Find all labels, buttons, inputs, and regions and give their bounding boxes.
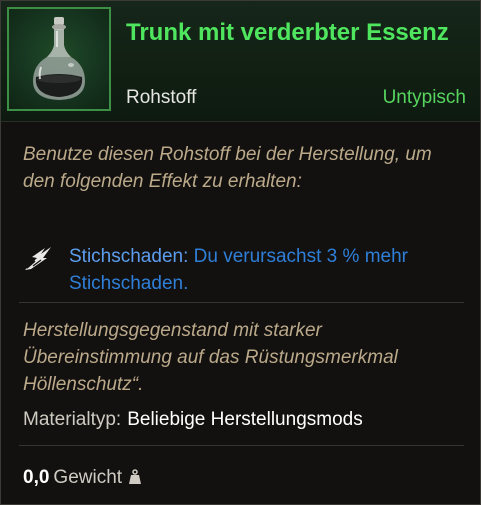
weight-icon <box>129 469 142 484</box>
material-type-value: Beliebige Herstellungsmods <box>127 409 363 430</box>
item-type: Rohstoff <box>126 87 197 108</box>
item-icon-frame <box>7 7 111 111</box>
thrust-damage-icon <box>25 247 51 270</box>
section-divider <box>19 302 464 303</box>
section-divider <box>19 445 464 446</box>
material-type-row: Materialtyp: Beliebige Herstellungsmods <box>23 409 363 431</box>
item-rarity: Untypisch <box>382 87 466 108</box>
material-type-label: Materialtyp: <box>23 409 122 430</box>
weight-label: Gewicht <box>53 467 123 488</box>
item-title: Trunk mit verderbter Essenz <box>126 19 449 46</box>
item-description: Benutze diesen Rohstoff bei der Herstell… <box>23 144 432 192</box>
weight-row: 0,0 Gewicht <box>23 467 142 489</box>
item-flavor-text: Herstellungsgegenstand mit starker Übere… <box>23 320 398 395</box>
effect-text: Stichschaden: Du verursachst 3 % mehr St… <box>69 243 464 297</box>
weight-value: 0,0 <box>23 467 50 488</box>
effect-name: Stichschaden: <box>69 246 189 267</box>
tooltip-header: Trunk mit verderbter Essenz Rohstoff Unt… <box>1 1 480 122</box>
item-tooltip: Trunk mit verderbter Essenz Rohstoff Unt… <box>0 0 481 505</box>
corrupted-essence-flask-icon <box>33 17 85 100</box>
